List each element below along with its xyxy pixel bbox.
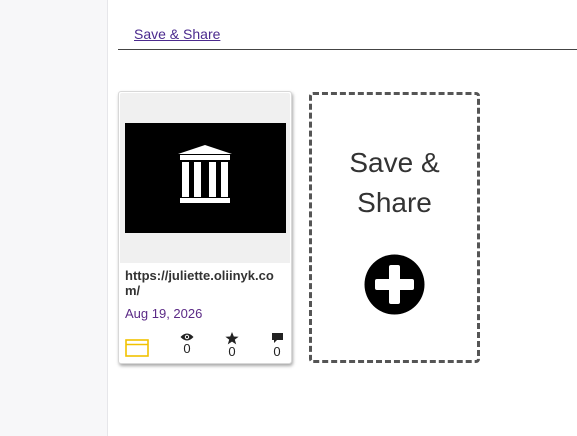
comments-count: 0 <box>273 344 281 359</box>
card-url[interactable]: https://juliette.oliinyk.com/ <box>125 268 287 298</box>
save-share-link[interactable]: Save & Share <box>134 26 220 42</box>
add-card-title: Save & Share <box>312 143 477 223</box>
add-card-title-line2: Share <box>357 187 432 218</box>
card-stats: 0 0 0 <box>119 332 291 362</box>
card-date: Aug 19, 2026 <box>125 306 203 321</box>
browser-window-icon <box>125 339 149 357</box>
thumbnail-image <box>125 123 286 233</box>
bookmark-card[interactable]: https://juliette.oliinyk.com/ Aug 19, 20… <box>118 91 292 364</box>
stars-count: 0 <box>228 344 236 359</box>
stars-stat: 0 <box>217 332 247 358</box>
comments-stat: 0 <box>262 332 292 358</box>
plus-circle-icon[interactable] <box>364 254 425 315</box>
sidebar <box>0 0 108 436</box>
add-bookmark-card[interactable]: Save & Share <box>309 92 480 363</box>
add-card-title-line1: Save & <box>349 147 440 178</box>
views-count: 0 <box>183 341 191 356</box>
card-thumbnail[interactable] <box>120 93 290 263</box>
museum-icon <box>178 145 232 203</box>
views-stat: 0 <box>172 332 202 355</box>
page-header: Save & Share <box>118 0 577 50</box>
